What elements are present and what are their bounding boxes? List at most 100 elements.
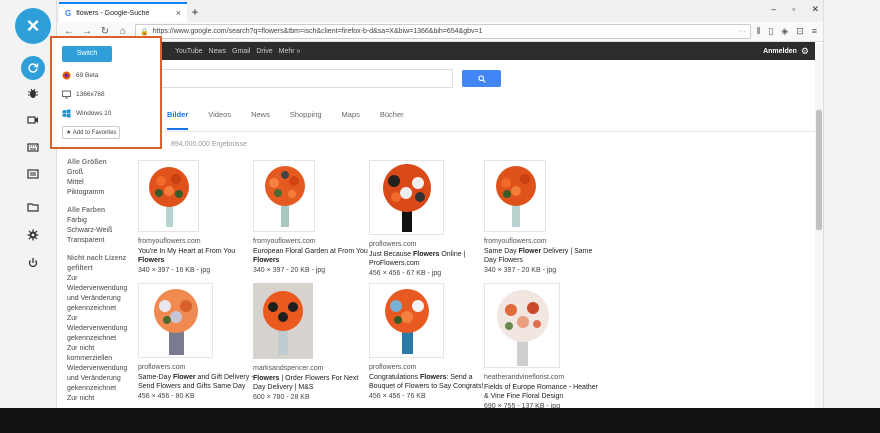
result-title[interactable]: European Floral Garden at From You Flowe… bbox=[253, 247, 371, 266]
result-title[interactable]: Flowers | Order Flowers For Next Day Del… bbox=[253, 374, 371, 393]
gbar-link-more[interactable]: Mehr » bbox=[279, 48, 301, 55]
close-icon[interactable]: × bbox=[15, 8, 51, 44]
folder-icon[interactable] bbox=[22, 196, 44, 218]
filter-license-none[interactable]: Nicht nach Lizenz gefiltert bbox=[67, 254, 139, 274]
search-icon bbox=[477, 74, 486, 83]
tab-maps[interactable]: Maps bbox=[342, 110, 360, 130]
flower-thumbnail[interactable] bbox=[484, 160, 546, 232]
search-input[interactable] bbox=[157, 69, 453, 88]
gbar-link-drive[interactable]: Drive bbox=[256, 48, 272, 55]
result-title[interactable]: Fields of Europe Romance - Heather & Vin… bbox=[484, 383, 602, 402]
filter-license-noncommercial[interactable]: Zur nicht kommerziellen Wiederverwendung… bbox=[67, 344, 139, 394]
flower-thumbnail[interactable] bbox=[138, 160, 199, 232]
windows-icon bbox=[62, 109, 71, 118]
nav-bar: ← → ↻ ⌂ 🔒 https://www.google.com/search?… bbox=[57, 22, 823, 42]
flower-thumbnail[interactable] bbox=[369, 160, 444, 235]
os-value: Windows 10 bbox=[76, 110, 112, 117]
filter-size-medium[interactable]: Mittel bbox=[67, 178, 139, 188]
star-icon: ★ bbox=[66, 130, 72, 136]
add-to-favorites-button[interactable]: ★ Add to Favorites bbox=[62, 126, 121, 139]
result-title[interactable]: Same Day Flower Delivery | Same Day Flow… bbox=[484, 247, 602, 266]
toolbar-icons: ⫴ ▯ ◈ ⊡ ≡ bbox=[757, 26, 817, 37]
video-icon[interactable] bbox=[22, 109, 44, 131]
library-icon[interactable]: ⫴ bbox=[757, 26, 761, 37]
gbar-link-news[interactable]: News bbox=[209, 48, 227, 55]
result-title[interactable]: Just Because Flowers Online | ProFlowers… bbox=[369, 250, 487, 269]
browser-version-row: 69 Beta bbox=[62, 66, 150, 85]
search-button[interactable] bbox=[462, 70, 501, 87]
image-result[interactable]: marksandspencer.com Flowers | Order Flow… bbox=[253, 283, 371, 402]
filter-color-full[interactable]: Farbig bbox=[67, 216, 139, 226]
maximize-icon[interactable]: ▫ bbox=[792, 4, 795, 15]
flower-thumbnail[interactable] bbox=[369, 283, 444, 358]
filter-size-icon[interactable]: Piktogramm bbox=[67, 188, 139, 198]
filter-size-all[interactable]: Alle Größen bbox=[67, 158, 139, 168]
filter-color-transparent[interactable]: Transparent bbox=[67, 236, 139, 246]
flower-thumbnail[interactable] bbox=[253, 160, 315, 232]
gbar-link-youtube[interactable]: YouTube bbox=[175, 48, 203, 55]
page-actions-icon[interactable]: ··· bbox=[739, 28, 746, 35]
tabs-divider bbox=[57, 131, 815, 132]
result-title[interactable]: You're In My Heart at From You Flowers bbox=[138, 247, 256, 266]
flower-thumbnail[interactable] bbox=[484, 283, 560, 368]
result-size: 340 × 397 - 16 KB - jpg bbox=[138, 266, 211, 274]
switch-button[interactable]: Switch bbox=[62, 46, 112, 62]
tab-close-icon[interactable]: × bbox=[176, 8, 181, 18]
result-size: 340 × 397 - 20 KB - jpg bbox=[253, 266, 326, 274]
settings-gear-icon[interactable]: ⚙ bbox=[801, 46, 809, 57]
scrollbar-thumb[interactable] bbox=[816, 110, 822, 230]
resolution-value: 1366x768 bbox=[76, 91, 105, 98]
search-tabs: Bilder Videos News Shopping Maps Bücher bbox=[167, 110, 424, 130]
tab-shopping[interactable]: Shopping bbox=[290, 110, 322, 130]
browser-tab[interactable]: G flowers - Google-Suche × bbox=[59, 2, 187, 22]
filter-license-reuse[interactable]: Zur Wiederverwendung gekennzeichnet bbox=[67, 314, 139, 344]
extension-icon[interactable]: ⊡ bbox=[796, 26, 804, 37]
result-title[interactable]: Same-Day Flower and Gift Delivery - Send… bbox=[138, 373, 256, 392]
result-size: 340 × 397 - 20 KB - jpg bbox=[484, 266, 557, 274]
flower-thumbnail[interactable] bbox=[253, 283, 313, 359]
image-result[interactable]: proflowers.com Same-Day Flower and Gift … bbox=[138, 283, 256, 401]
signin-link[interactable]: Anmelden bbox=[763, 48, 797, 55]
google-bar: YouTube News Gmail Drive Mehr » Anmelden… bbox=[57, 42, 815, 60]
os-row: Windows 10 bbox=[62, 104, 150, 123]
lock-icon: 🔒 bbox=[140, 28, 149, 36]
image-result[interactable]: heatherandvineflorist.com Fields of Euro… bbox=[484, 283, 602, 411]
scrollbar[interactable] bbox=[815, 44, 823, 408]
minimize-icon[interactable]: – bbox=[771, 4, 776, 15]
bug-icon[interactable] bbox=[22, 82, 44, 104]
image-result[interactable]: proflowers.com Just Because Flowers Onli… bbox=[369, 160, 487, 278]
tab-images[interactable]: Bilder bbox=[167, 110, 189, 130]
filter-license-noncommercial-2[interactable]: Zur nicht bbox=[67, 394, 139, 404]
filter-color-all[interactable]: Alle Farben bbox=[67, 206, 139, 216]
browser-window: G flowers - Google-Suche × + – ▫ ✕ ← → ↻… bbox=[56, 0, 824, 433]
sidebar-icon[interactable]: ▯ bbox=[768, 26, 773, 37]
menu-icon[interactable]: ≡ bbox=[812, 26, 817, 37]
image-result[interactable]: fromyouflowers.com Same Day Flower Deliv… bbox=[484, 160, 602, 275]
filter-license-reuse-modify[interactable]: Zur Wiederverwendung und Veränderung gek… bbox=[67, 274, 139, 314]
result-source: fromyouflowers.com bbox=[484, 238, 547, 245]
image-result[interactable]: fromyouflowers.com European Floral Garde… bbox=[253, 160, 371, 275]
filter-color-bw[interactable]: Schwarz-Weiß bbox=[67, 226, 139, 236]
filter-size-large[interactable]: Groß bbox=[67, 168, 139, 178]
keyboard-icon[interactable] bbox=[22, 136, 44, 158]
refresh-icon[interactable] bbox=[21, 56, 45, 80]
shield-icon[interactable]: ◈ bbox=[781, 26, 788, 37]
gbar-link-gmail[interactable]: Gmail bbox=[232, 48, 250, 55]
tab-videos[interactable]: Videos bbox=[208, 110, 231, 130]
image-result[interactable]: proflowers.com Congratulations Flowers: … bbox=[369, 283, 487, 401]
tab-books[interactable]: Bücher bbox=[380, 110, 404, 130]
filter-sidebar: Alle Größen Groß Mittel Piktogramm Alle … bbox=[67, 158, 139, 404]
image-result[interactable]: fromyouflowers.com You're In My Heart at… bbox=[138, 160, 256, 275]
power-icon[interactable] bbox=[22, 252, 44, 274]
result-source: fromyouflowers.com bbox=[138, 238, 201, 245]
gear-icon[interactable] bbox=[22, 224, 44, 246]
keyboard-icon[interactable] bbox=[22, 163, 44, 185]
flower-thumbnail[interactable] bbox=[138, 283, 213, 358]
url-bar[interactable]: 🔒 https://www.google.com/search?q=flower… bbox=[135, 24, 751, 39]
result-size: 600 × 780 - 28 KB bbox=[253, 393, 310, 401]
tab-news[interactable]: News bbox=[251, 110, 270, 130]
search-row bbox=[157, 69, 501, 88]
window-close-icon[interactable]: ✕ bbox=[811, 4, 819, 15]
result-title[interactable]: Congratulations Flowers: Send a Bouquet … bbox=[369, 373, 487, 392]
new-tab-button[interactable]: + bbox=[187, 4, 203, 22]
